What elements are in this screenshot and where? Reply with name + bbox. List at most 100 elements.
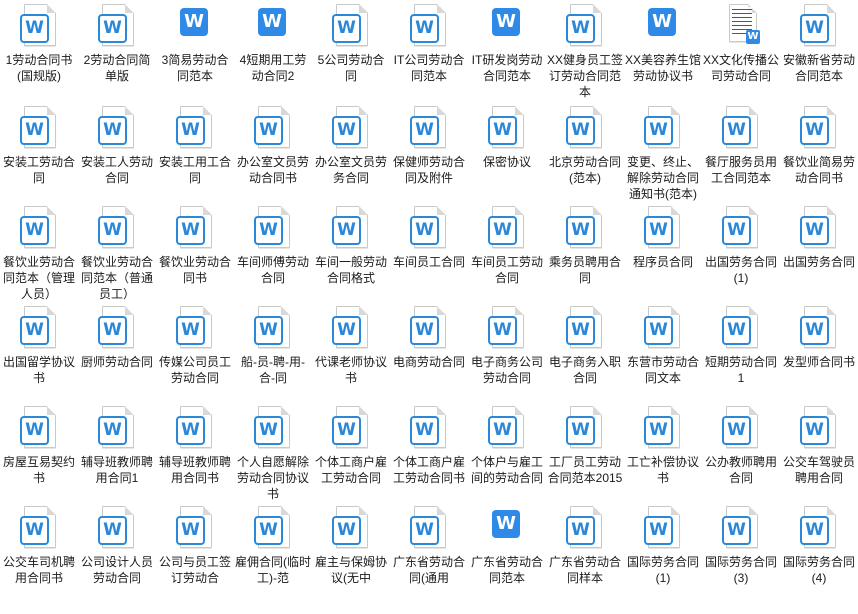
file-item[interactable]: W 公司设计人员劳动合同 [78, 500, 156, 600]
file-item[interactable]: W 2劳动合同简单版 [78, 0, 156, 100]
file-item[interactable]: W 短期劳动合同1 [702, 300, 780, 400]
word-badge-icon: W [746, 30, 760, 44]
file-item[interactable]: W 程序员合同 [624, 200, 702, 300]
file-item[interactable]: W 发型师合同书 [780, 300, 858, 400]
file-item[interactable]: W 4短期用工劳动合同2 [234, 0, 312, 100]
file-item[interactable]: W 安装工劳动合同 [0, 100, 78, 200]
file-item[interactable]: W 雇佣合同(临时工)-范 [234, 500, 312, 600]
file-item[interactable]: W 传媒公司员工劳动合同 [156, 300, 234, 400]
file-item[interactable]: W 公办教师聘用合同 [702, 400, 780, 500]
word-badge-icon: W [566, 316, 595, 345]
document-thumbnail-icon: W [720, 4, 762, 50]
word-document-icon: W [330, 306, 372, 352]
file-item[interactable]: W 保健师劳动合同及附件 [390, 100, 468, 200]
word-badge-icon: W [20, 316, 49, 345]
file-item[interactable]: W 国际劳务合同 (4) [780, 500, 858, 600]
file-item[interactable]: W 安装工用工合同 [156, 100, 234, 200]
file-item[interactable]: W 公交车驾驶员聘用合同 [780, 400, 858, 500]
file-item[interactable]: W 保密协议 [468, 100, 546, 200]
word-badge-icon: W [722, 516, 751, 545]
file-item[interactable]: W 东营市劳动合同文本 [624, 300, 702, 400]
file-item[interactable]: W 车间一般劳动合同格式 [312, 200, 390, 300]
file-item[interactable]: W 餐饮业劳动合同范本（管理人员） [0, 200, 78, 301]
file-item[interactable]: W 出国劳务合同 (1) [702, 200, 780, 300]
file-item[interactable]: W 个体工商户雇工劳动合同书 [390, 400, 468, 500]
file-item[interactable]: W 车间师傅劳动合同 [234, 200, 312, 300]
file-item[interactable]: W 广东省劳动合同范本 [468, 500, 546, 600]
file-item[interactable]: W 安徽新省劳动合同范本 [780, 0, 858, 100]
word-badge-icon: W [20, 216, 49, 245]
word-badge-icon: W [98, 516, 127, 545]
word-document-icon: W [252, 506, 294, 552]
file-item[interactable]: W 乘务员聘用合同 [546, 200, 624, 300]
file-item[interactable]: W 安装工人劳动合同 [78, 100, 156, 200]
word-document-icon: W [564, 106, 606, 152]
file-name-label: 电子商务公司劳动合同 [470, 355, 543, 385]
word-badge-icon: W [20, 116, 49, 145]
file-item[interactable]: W 1劳动合同书(国规版) [0, 0, 78, 100]
file-name-label: 雇佣合同(临时工)-范 [235, 555, 311, 585]
word-document-icon: W [486, 506, 528, 552]
file-item[interactable]: W 公司与员工签订劳动合 [156, 500, 234, 600]
file-item[interactable]: W 餐厅服务员用工合同范本 [702, 100, 780, 200]
file-name-label: 广东省劳动合同范本 [470, 555, 543, 585]
file-item[interactable]: W 辅导班教师聘用合同书 [156, 400, 234, 500]
file-item[interactable]: W 出国留学协议书 [0, 300, 78, 400]
file-item[interactable]: W 公交车司机聘用合同书 [0, 500, 78, 600]
file-name-label: 出国劳务合同 (1) [704, 255, 777, 285]
word-document-icon: W [96, 406, 138, 452]
file-item[interactable]: W 国际劳务合同 (1) [624, 500, 702, 600]
file-item[interactable]: W 变更、终止、解除劳动合同通知书(范本) [624, 100, 702, 201]
file-item[interactable]: W 餐饮业简易劳动合同书 [780, 100, 858, 200]
file-item[interactable]: W 出国劳务合同 [780, 200, 858, 300]
word-document-icon: W [252, 4, 294, 50]
file-item[interactable]: W XX健身员工签订劳动合同范本 [546, 0, 624, 100]
file-name-label: 国际劳务合同 (3) [704, 555, 777, 585]
file-item[interactable]: W 3简易劳动合同范本 [156, 0, 234, 100]
file-name-label: 安装工用工合同 [158, 155, 231, 185]
file-item[interactable]: W 餐饮业劳动合同书 [156, 200, 234, 300]
file-item[interactable]: W 办公室文员劳动合同书 [234, 100, 312, 200]
file-item[interactable]: W 个人自愿解除劳动合同协议书 [234, 400, 312, 501]
file-item[interactable]: W 雇主与保姆协议(无中 [312, 500, 390, 600]
file-item[interactable]: W 国际劳务合同 (3) [702, 500, 780, 600]
file-name-label: 餐厅服务员用工合同范本 [704, 155, 777, 185]
file-item[interactable]: W 办公室文员劳务合同 [312, 100, 390, 200]
file-name-label: 辅导班教师聘用合同1 [80, 455, 153, 485]
file-item[interactable]: W IT研发岗劳动合同范本 [468, 0, 546, 100]
word-document-icon: W [642, 4, 684, 50]
file-item[interactable]: W 餐饮业劳动合同范本（普通员工） [78, 200, 156, 301]
file-item[interactable]: W 个体户与雇工间的劳动合同 [468, 400, 546, 500]
file-name-label: 乘务员聘用合同 [548, 255, 621, 285]
file-item[interactable]: W 房屋互易契约书 [0, 400, 78, 500]
file-name-label: 安徽新省劳动合同范本 [782, 53, 855, 83]
file-item[interactable]: W 电商劳动合同 [390, 300, 468, 400]
file-item[interactable]: W 工厂员工劳动合同范本2015 [546, 400, 624, 500]
file-item[interactable]: W 船-员-聘-用-合-同 [234, 300, 312, 400]
file-item[interactable]: W 车间员工劳动合同 [468, 200, 546, 300]
word-document-icon: W [798, 206, 840, 252]
file-item[interactable]: W 工亡补偿协议书 [624, 400, 702, 500]
file-item[interactable]: W 电子商务入职合同 [546, 300, 624, 400]
file-item[interactable]: W 代课老师协议书 [312, 300, 390, 400]
file-item[interactable]: W XX文化传播公司劳动合同 [702, 0, 780, 100]
file-item[interactable]: W 北京劳动合同(范本) [546, 100, 624, 200]
file-item[interactable]: W 辅导班教师聘用合同1 [78, 400, 156, 500]
file-item[interactable]: W 5公司劳动合同 [312, 0, 390, 100]
file-item[interactable]: W IT公司劳动合同范本 [390, 0, 468, 100]
file-item[interactable]: W 广东省劳动合同(通用 [390, 500, 468, 600]
file-item[interactable]: W XX美容养生馆劳动协议书 [624, 0, 702, 100]
file-name-label: IT公司劳动合同范本 [393, 53, 465, 83]
file-name-label: 5公司劳动合同 [317, 53, 385, 83]
file-name-label: 车间一般劳动合同格式 [314, 255, 387, 285]
file-name-label: 短期劳动合同1 [704, 355, 777, 385]
word-badge-icon: W [332, 116, 361, 145]
file-item[interactable]: W 个体工商户雇工劳动合同 [312, 400, 390, 500]
file-item[interactable]: W 厨师劳动合同 [78, 300, 156, 400]
file-name-label: 辅导班教师聘用合同书 [158, 455, 231, 485]
word-badge-icon: W [180, 8, 208, 36]
file-item[interactable]: W 车间员工合同 [390, 200, 468, 300]
file-item[interactable]: W 电子商务公司劳动合同 [468, 300, 546, 400]
file-item[interactable]: W 广东省劳动合同样本 [546, 500, 624, 600]
word-document-icon: W [330, 506, 372, 552]
